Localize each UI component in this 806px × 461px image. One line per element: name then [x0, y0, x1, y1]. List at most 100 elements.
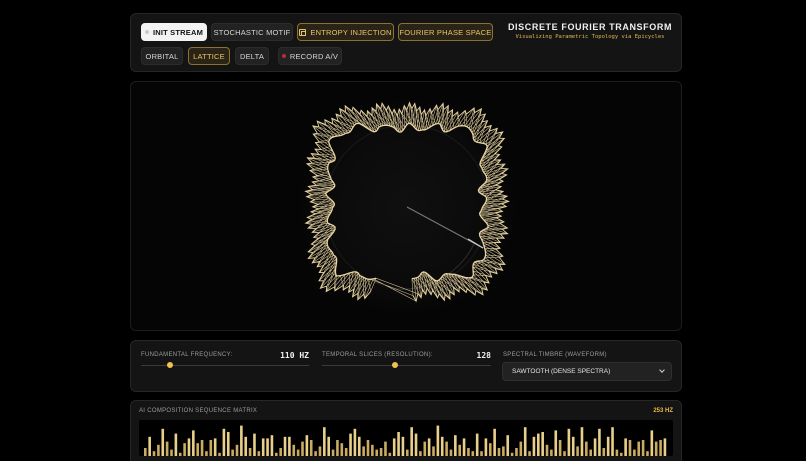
sequence-bar — [449, 449, 453, 456]
sequence-bar — [580, 427, 584, 456]
record-dot-icon — [281, 54, 286, 58]
sequence-bar — [178, 452, 182, 456]
sequence-bar — [344, 448, 348, 456]
page-title: DISCRETE FOURIER TRANSFORM — [507, 22, 673, 32]
slices-value: 128 — [476, 351, 491, 360]
sequence-bar — [484, 438, 488, 456]
sequence-bar — [502, 446, 505, 456]
sequence-bar — [196, 443, 199, 456]
sequence-bar — [611, 427, 614, 456]
timbre-select[interactable]: SAWTOOTH (DENSE SPECTRA) — [502, 362, 672, 381]
sequence-bar — [305, 435, 309, 456]
sequence-bar — [567, 428, 571, 456]
frequency-slider-thumb[interactable] — [166, 362, 173, 368]
sequence-matrix[interactable] — [139, 420, 673, 456]
sequence-bar — [279, 448, 282, 456]
matrix-frequency-readout: 253 HZ — [653, 408, 673, 414]
sequence-bar — [397, 432, 400, 456]
sequence-bar — [458, 444, 461, 456]
sequence-bar — [650, 430, 654, 456]
delta-button[interactable]: DELTA — [235, 47, 269, 65]
sequence-bar — [585, 441, 588, 456]
sequence-bar — [641, 440, 645, 456]
sequence-bar — [488, 443, 492, 456]
sequence-bar — [515, 448, 518, 456]
sequence-bar — [602, 448, 606, 456]
chevron-down-icon — [659, 367, 665, 373]
timbre-selected-value: SAWTOOTH (DENSE SPECTRA) — [512, 368, 611, 375]
sequence-bar — [480, 451, 483, 456]
sequence-bar — [231, 449, 234, 456]
fourier-phase-space-label: FOURIER PHASE SPACE — [399, 27, 492, 37]
sequence-bar — [571, 436, 575, 456]
record-av-label: RECORD A/V — [289, 51, 339, 61]
orbital-label: ORBITAL — [145, 51, 179, 61]
sequence-bar — [454, 435, 457, 456]
sequence-bar — [357, 436, 361, 456]
sequence-bar — [519, 441, 523, 456]
sequence-bar — [506, 435, 510, 456]
sequence-bar — [340, 443, 344, 456]
timbre-label: SPECTRAL TIMBRE (WAVEFORM) — [503, 352, 607, 358]
status-dot-icon — [144, 30, 149, 34]
sequence-bar — [205, 451, 208, 456]
sequence-bar — [174, 433, 178, 456]
sequence-bar — [633, 449, 636, 456]
sequence-bar — [240, 425, 243, 456]
sequence-bar — [384, 441, 387, 456]
stochastic-motif-button[interactable]: STOCHASTIC MOTIF — [211, 23, 293, 41]
lattice-button[interactable]: LATTICE — [188, 47, 230, 65]
sequence-bar — [200, 440, 204, 456]
sequence-bar — [589, 449, 592, 456]
epicycle-figure — [299, 99, 515, 315]
sequence-bar — [336, 440, 339, 456]
sequence-bar — [558, 440, 562, 456]
orbital-button[interactable]: ORBITAL — [141, 47, 183, 65]
sequence-bar — [419, 451, 422, 456]
sequence-bar — [187, 438, 191, 456]
sequence-bar — [440, 436, 444, 456]
sequence-bar — [209, 440, 213, 456]
sequence-bar — [471, 451, 475, 456]
toolbar-panel: INIT STREAM STOCHASTIC MOTIF ENTROPY INJ… — [130, 13, 682, 72]
sequence-bar — [371, 444, 374, 456]
sequence-bar — [314, 451, 317, 456]
sequence-bar — [659, 440, 662, 456]
entropy-injection-label: ENTROPY INJECTION — [310, 27, 392, 37]
sequence-bar — [497, 448, 501, 456]
slices-slider-thumb[interactable] — [391, 362, 398, 368]
sequence-bar — [493, 428, 496, 456]
sequence-bar — [545, 444, 549, 456]
slices-slider-track[interactable] — [322, 365, 491, 366]
matrix-title: AI COMPOSITION SEQUENCE MATRIX — [139, 408, 258, 414]
sequence-bar — [654, 441, 658, 456]
frequency-value: 110 HZ — [280, 351, 309, 360]
sequence-bar — [615, 449, 619, 456]
sequence-bar — [619, 452, 623, 456]
sequence-bar — [576, 446, 579, 456]
sequence-bar — [628, 440, 632, 456]
sequence-bar — [157, 444, 160, 456]
sequence-bar — [296, 449, 300, 456]
sequence-bar — [244, 436, 248, 456]
slices-label: TEMPORAL SLICES (RESOLUTION): — [322, 352, 433, 358]
sequence-bar — [253, 433, 256, 456]
entropy-injection-button[interactable]: ENTROPY INJECTION — [297, 23, 394, 41]
sequence-bar — [537, 433, 540, 456]
sequence-bar — [248, 448, 252, 456]
page-subtitle: Visualizing Parametric Topology via Epic… — [515, 34, 665, 40]
sequence-bar — [261, 438, 265, 456]
stochastic-motif-label: STOCHASTIC MOTIF — [213, 27, 291, 37]
sequence-bar — [144, 448, 147, 456]
sequence-bar — [423, 441, 427, 456]
sequence-bar — [528, 451, 531, 456]
sequence-bar — [170, 449, 173, 456]
sequence-bar — [331, 449, 335, 456]
visualization-canvas[interactable] — [130, 81, 682, 331]
record-av-button[interactable]: RECORD A/V — [278, 47, 342, 65]
sequence-bar — [152, 451, 156, 456]
init-stream-button[interactable]: INIT STREAM — [141, 23, 207, 41]
fourier-phase-space-button[interactable]: FOURIER PHASE SPACE — [398, 23, 493, 41]
sequence-bar — [379, 448, 383, 456]
sequence-bar — [563, 451, 566, 456]
